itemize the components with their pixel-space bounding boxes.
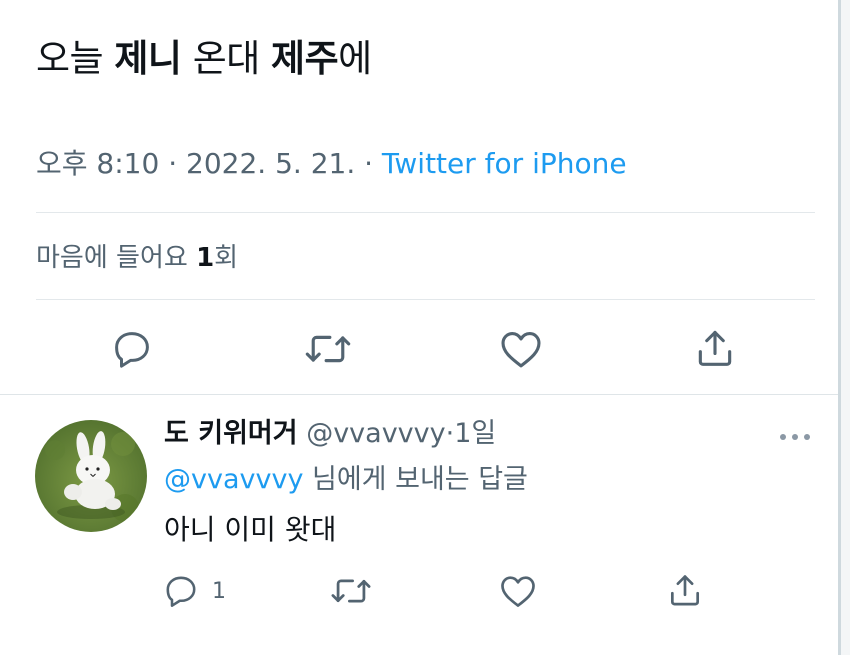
meta-separator: · <box>355 147 382 180</box>
tweet-source-link[interactable]: Twitter for iPhone <box>382 147 627 180</box>
reply-share-button[interactable] <box>664 570 706 610</box>
more-options-button[interactable] <box>778 428 812 447</box>
tweet-text: 오늘 제니 온대 제주에 <box>36 30 372 88</box>
heart-icon <box>501 576 535 607</box>
reply-count: 1 <box>212 578 226 604</box>
share-icon <box>670 575 700 606</box>
likes-label: 마음에 들어요 <box>36 243 197 273</box>
tweet-text-part: 에 <box>338 37 372 80</box>
retweet-icon <box>305 335 351 363</box>
share-button[interactable] <box>689 322 741 374</box>
tweet-date[interactable]: 2022. 5. 21. <box>186 147 355 180</box>
tweet-text-bold: 제주 <box>271 37 339 80</box>
likes-stat[interactable]: 마음에 들어요 1회 <box>36 238 238 278</box>
reply-reply-button[interactable]: 1 <box>162 572 240 610</box>
tweet-meta: 오후 8:10 · 2022. 5. 21. · Twitter for iPh… <box>36 144 627 184</box>
bunny-avatar-image <box>35 420 147 532</box>
divider <box>36 299 815 300</box>
divider <box>0 394 838 395</box>
comment-icon <box>115 332 149 368</box>
window-edge-strip <box>841 0 850 655</box>
tweet-text-part: 온대 <box>181 37 272 80</box>
likes-count: 1 <box>196 243 215 273</box>
meta-separator: · <box>159 147 187 180</box>
likes-unit: 회 <box>214 243 239 273</box>
like-button[interactable] <box>495 324 547 374</box>
more-dots-icon <box>780 434 810 440</box>
divider <box>36 212 815 213</box>
replying-suffix: 님에게 보내는 답글 <box>303 464 528 495</box>
tweet-text-part: 오늘 <box>36 37 115 80</box>
retweet-button[interactable] <box>300 324 356 374</box>
comment-icon <box>166 576 196 607</box>
reply-handle[interactable]: @vvavvvy <box>306 418 445 449</box>
tweet-time[interactable]: 오후 8:10 <box>36 147 159 180</box>
replying-mention-link[interactable]: @vvavvvy <box>164 464 303 495</box>
tweet-text-bold: 제니 <box>114 37 182 80</box>
reply-separator: · <box>445 418 455 449</box>
reply-retweet-button[interactable] <box>328 572 374 610</box>
reply-display-name[interactable]: 도 키위머거 <box>164 418 298 449</box>
reply-text: 아니 이미 왓대 <box>164 513 337 546</box>
share-icon <box>698 330 732 366</box>
replying-to: @vvavvvy 님에게 보내는 답글 <box>164 460 528 500</box>
retweet-icon <box>331 579 371 603</box>
avatar[interactable] <box>35 420 147 532</box>
reply-like-button[interactable] <box>497 572 539 610</box>
reply-age[interactable]: 1일 <box>454 418 496 449</box>
reply-button[interactable] <box>106 324 158 374</box>
reply-header: 도 키위머거 @vvavvvy·1일 <box>164 414 496 454</box>
heart-icon <box>501 332 541 368</box>
